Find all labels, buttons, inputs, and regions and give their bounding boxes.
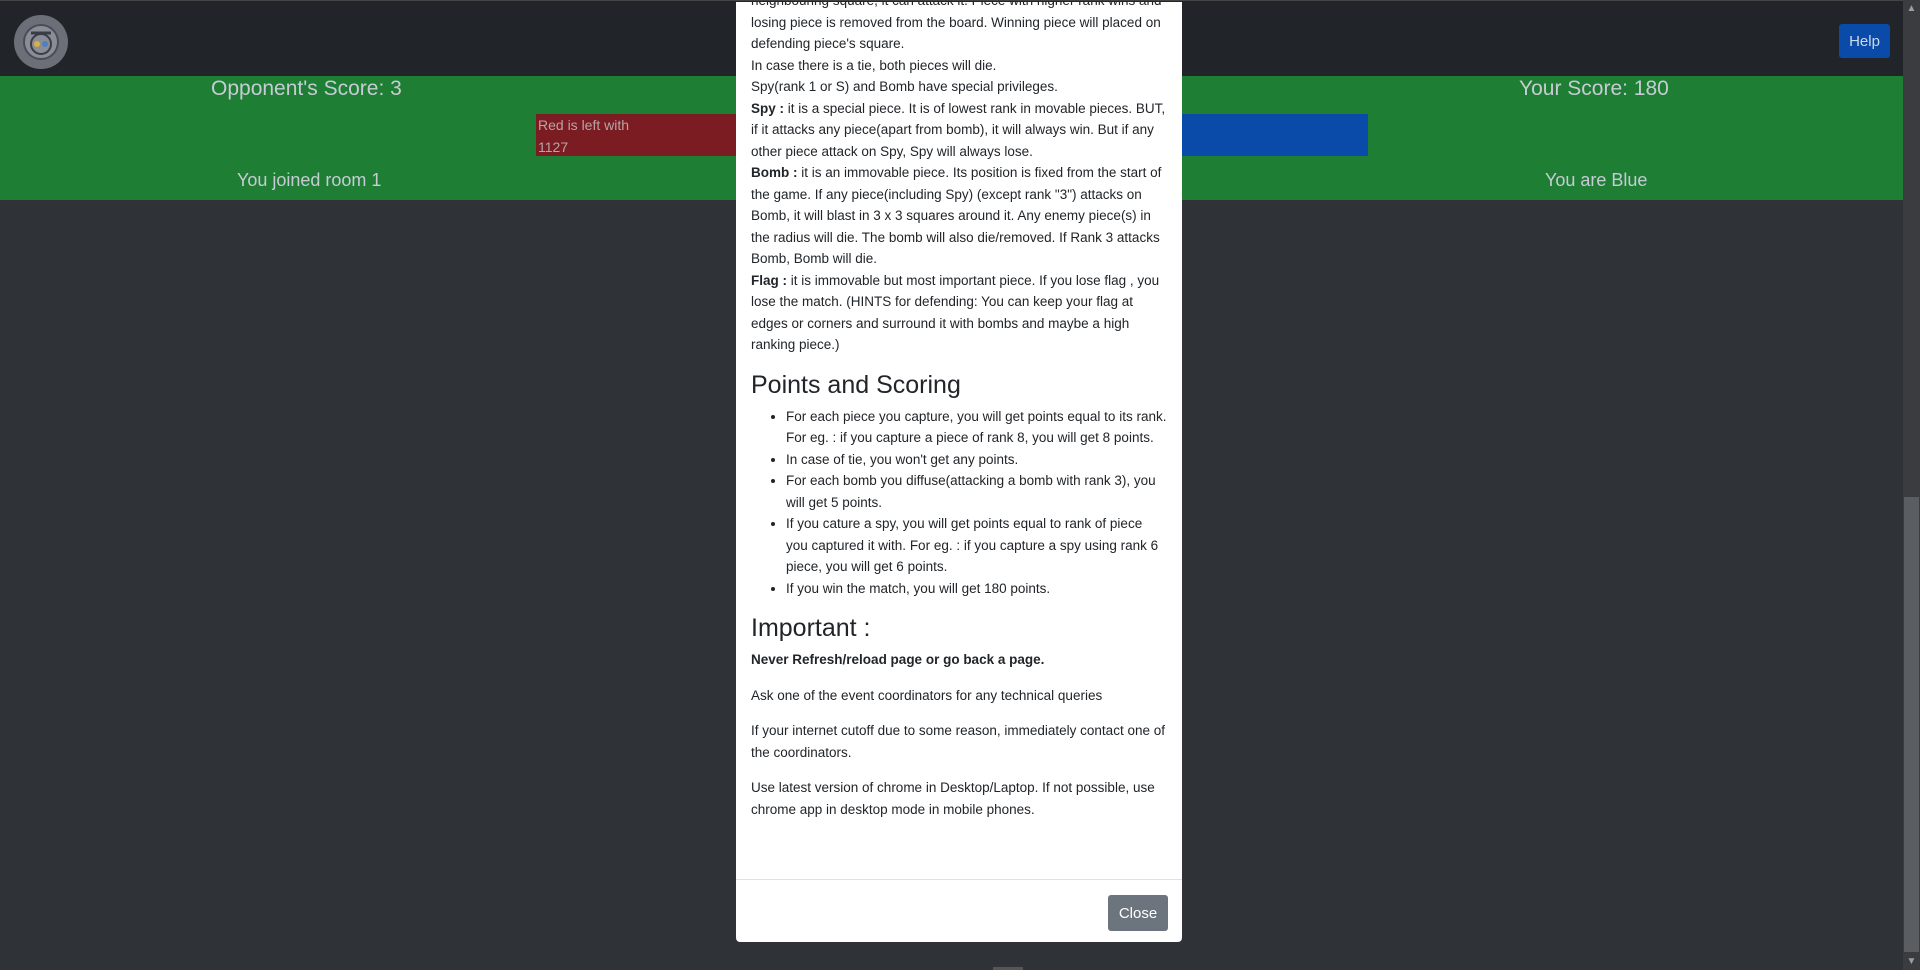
bomb-label: Bomb : — [751, 165, 798, 180]
close-button[interactable]: Close — [1108, 895, 1168, 931]
important-heading: Important : — [751, 614, 871, 642]
list-item: If you win the match, you will get 180 p… — [786, 578, 1167, 600]
list-item: For each bomb you diffuse(attacking a bo… — [786, 470, 1167, 513]
important-note: Use latest version of chrome in Desktop/… — [751, 780, 1155, 817]
scroll-up-icon[interactable]: ▲ — [1903, 0, 1920, 17]
list-item: For each piece you capture, you will get… — [786, 406, 1167, 449]
help-modal-footer: Close — [736, 879, 1182, 942]
spy-label: Spy : — [751, 100, 785, 116]
opponent-score: Opponent's Score: 3 — [211, 77, 402, 100]
flag-rule: Flag : it is immovable but most importan… — [751, 270, 1167, 356]
list-item: In case of tie, you won't get any points… — [786, 449, 1167, 471]
player-color: You are Blue — [1545, 170, 1648, 190]
rules-text: neighbouring square, it can attack it. P… — [751, 2, 1161, 51]
red-bar-value: 1127 — [538, 139, 569, 155]
blue-time-bar — [1180, 114, 1368, 156]
red-bar-label: Red is left with — [538, 117, 630, 133]
bomb-rule: Bomb : it is an immovable piece. Its pos… — [751, 162, 1167, 270]
your-score: Your Score: 180 — [1519, 77, 1669, 100]
help-modal: neighbouring square, it can attack it. P… — [736, 2, 1182, 942]
rules-text: Spy(rank 1 or S) and Bomb have special p… — [751, 79, 1058, 94]
scrollbar-thumb[interactable] — [1904, 497, 1919, 952]
flag-text: it is immovable but most important piece… — [751, 272, 1160, 353]
flag-label: Flag : — [751, 272, 787, 288]
spy-text: it is a special piece. It is of lowest r… — [751, 100, 1166, 159]
list-item: If you cature a spy, you will get points… — [786, 513, 1167, 578]
scroll-down-icon[interactable]: ▼ — [1903, 953, 1920, 970]
bomb-text: it is an immovable piece. Its position i… — [751, 165, 1162, 266]
help-modal-body[interactable]: neighbouring square, it can attack it. P… — [736, 2, 1182, 882]
important-note: If your internet cutoff due to some reas… — [751, 723, 1165, 760]
help-button[interactable]: Help — [1839, 24, 1890, 58]
room-status: You joined room 1 — [237, 170, 382, 190]
spy-rule: Spy : it is a special piece. It is of lo… — [751, 98, 1167, 163]
red-time-bar: Red is left with 1127 — [536, 114, 736, 156]
logo-icon[interactable] — [14, 15, 68, 69]
important-section: Never Refresh/reload page or go back a p… — [751, 649, 1167, 820]
scoring-heading: Points and Scoring — [751, 370, 961, 399]
scoring-list: For each piece you capture, you will get… — [751, 406, 1167, 600]
important-note: Ask one of the event coordinators for an… — [751, 687, 1103, 703]
rules-text: In case there is a tie, both pieces will… — [751, 57, 997, 73]
important-warning: Never Refresh/reload page or go back a p… — [751, 652, 1045, 667]
